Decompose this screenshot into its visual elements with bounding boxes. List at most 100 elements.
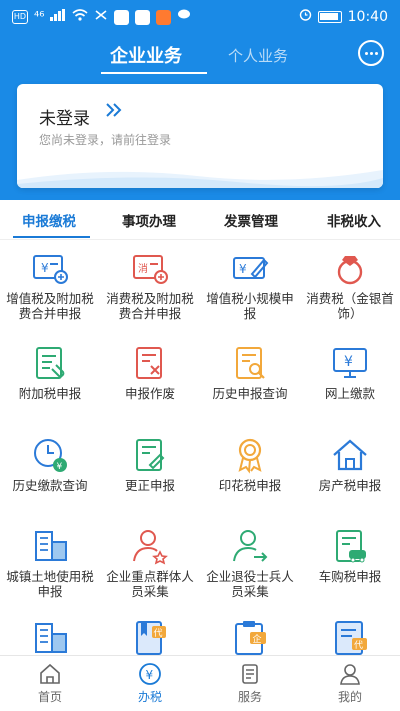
nav-mine-label: 我的 [337,690,362,704]
grid-item-label: 城镇土地使用税申报 [6,569,94,599]
grid-item-label: 增值税小规模申报 [206,291,294,321]
grid-item-urban-land-tax[interactable]: 城镇土地使用税申报 [0,526,100,599]
clock-yuan-icon: ¥ [34,439,67,472]
grid-item-label: 历史缴款查询 [12,478,88,493]
grid-item-label: 附加税申报 [18,386,82,401]
tab-personal-business[interactable]: 个人业务 [228,45,288,66]
document-search-icon [236,347,265,379]
document-dai-icon: 代 [335,621,367,655]
grid-item-label: 车购税申报 [318,569,382,584]
grid-item-vat-small-scale[interactable]: ¥ 增值税小规模申报 [200,248,300,321]
grid-item-label: 更正申报 [124,478,175,493]
document-paperclip-icon [36,347,65,379]
nav-service[interactable]: 服务 [200,656,300,711]
grid-item-label: 网上缴款 [324,386,375,401]
service-icon [242,664,258,684]
tab-enterprise-business[interactable]: 企业业务 [110,42,182,68]
tab-declare-pay[interactable]: 申报缴税 [22,210,76,230]
grid-item-declare-cancel[interactable]: 申报作废 [100,343,200,401]
grid-item-veteran-collection[interactable]: 企业退役士兵人员采集 [200,526,300,599]
clipboard-qi-icon: 企 [235,621,266,655]
grid-item-label: 消费税（金银首饰） [306,291,394,321]
yuan-card-plus-icon: ¥ [33,255,68,284]
grid-item-consumption-combined[interactable]: 消 消费税及附加税费合并申报 [100,248,200,321]
grid-item-correction-declare[interactable]: 更正申报 [100,435,200,493]
user-icon [340,664,360,685]
signal-text: ⁴⁶ [34,9,45,25]
document-cancel-icon [136,347,162,379]
category-tabs: 申报缴税 事项办理 发票管理 非税收入 [0,208,400,240]
nav-mine[interactable]: 我的 [300,656,400,711]
grid-item-label: 消费税及附加税费合并申报 [106,291,194,321]
consume-card-plus-icon: 消 [133,255,168,284]
login-card[interactable]: 未登录 您尚未登录，请前往登录 [17,84,383,188]
tab-non-tax[interactable]: 非税收入 [327,210,381,230]
house-icon [333,439,367,471]
svg-text:消: 消 [138,262,148,275]
buildings-icon [35,531,67,561]
login-status-subtitle: 您尚未登录，请前往登录 [39,133,172,147]
nav-home[interactable]: 首页 [0,656,100,711]
monitor-yuan-icon: ¥ [333,348,367,378]
nfc-icon [94,9,108,25]
card-wave-decoration [17,170,383,188]
ring-icon [337,256,363,285]
grid-item-label: 印花税申报 [218,478,282,493]
person-star-icon [133,530,168,565]
svg-text:代: 代 [154,628,163,639]
svg-text:企: 企 [253,633,262,645]
status-time: 10:40 [347,8,388,25]
nav-service-label: 服务 [237,690,262,704]
app-notification-icon [135,9,151,25]
grid-item-label: 增值税及附加税费合并申报 [6,291,94,321]
active-category-indicator [13,236,90,238]
grid-item-history-payment-query[interactable]: ¥ 历史缴款查询 [0,435,100,493]
document-car-icon [336,530,366,563]
svg-text:代: 代 [354,640,363,651]
alarm-icon [299,8,312,25]
tax-yuan-icon: ¥ [139,663,161,685]
grid-item-consumption-jewelry[interactable]: 消费税（金银首饰） [300,248,400,321]
chat-notification-icon [177,9,191,25]
yuan-card-pen-icon: ¥ [233,257,269,279]
business-tabs: 企业业务 个人业务 [0,36,400,76]
buildings-icon [35,623,67,653]
grid-item-label: 企业退役士兵人员采集 [206,569,294,599]
nav-tax-label: 办税 [137,690,162,704]
grid-item-history-declare-query[interactable]: 历史申报查询 [200,343,300,401]
tab-invoice[interactable]: 发票管理 [224,210,278,230]
grid-item-key-group-collection[interactable]: 企业重点群体人员采集 [100,526,200,599]
signal-bars-icon [50,9,66,25]
grid-item-stamp-tax[interactable]: 印花税申报 [200,435,300,493]
grid-item-vat-combined[interactable]: ¥ 增值税及附加税费合并申报 [0,248,100,321]
tab-affairs[interactable]: 事项办理 [122,210,176,230]
active-tab-indicator [101,72,207,74]
nav-tax[interactable]: ¥ 办税 [100,656,200,711]
book-dai-icon: 代 [136,621,166,655]
nav-home-label: 首页 [37,690,62,704]
login-status-title: 未登录 [39,109,90,129]
grid-item-online-payment[interactable]: ¥ 网上缴款 [300,343,400,401]
svg-text:¥: ¥ [146,668,154,682]
grid-item-label: 企业重点群体人员采集 [106,569,194,599]
award-ribbon-icon [238,438,262,474]
grid-item-label: 房产税申报 [318,478,382,493]
double-chevron-right-icon [105,102,123,123]
grid-item-label: 申报作废 [124,386,175,401]
status-bar: HD ⁴⁶ 10:40 [0,0,400,34]
app-notification-icon [156,9,172,25]
svg-text:¥: ¥ [344,354,353,370]
hd-badge: HD [12,10,28,24]
document-edit-icon [136,439,165,471]
app-notification-icon [114,9,130,25]
svg-text:¥: ¥ [41,261,49,275]
chat-bubble-icon[interactable] [358,40,384,66]
bottom-navigation: 首页 ¥ 办税 服务 我的 [0,655,400,711]
grid-item-surtax[interactable]: 附加税申报 [0,343,100,401]
wifi-icon [72,9,88,25]
battery-icon [317,10,342,23]
grid-item-label: 历史申报查询 [212,386,288,401]
grid-item-property-tax[interactable]: 房产税申报 [300,435,400,493]
home-icon [40,663,60,684]
grid-item-vehicle-purchase-tax[interactable]: 车购税申报 [300,526,400,584]
